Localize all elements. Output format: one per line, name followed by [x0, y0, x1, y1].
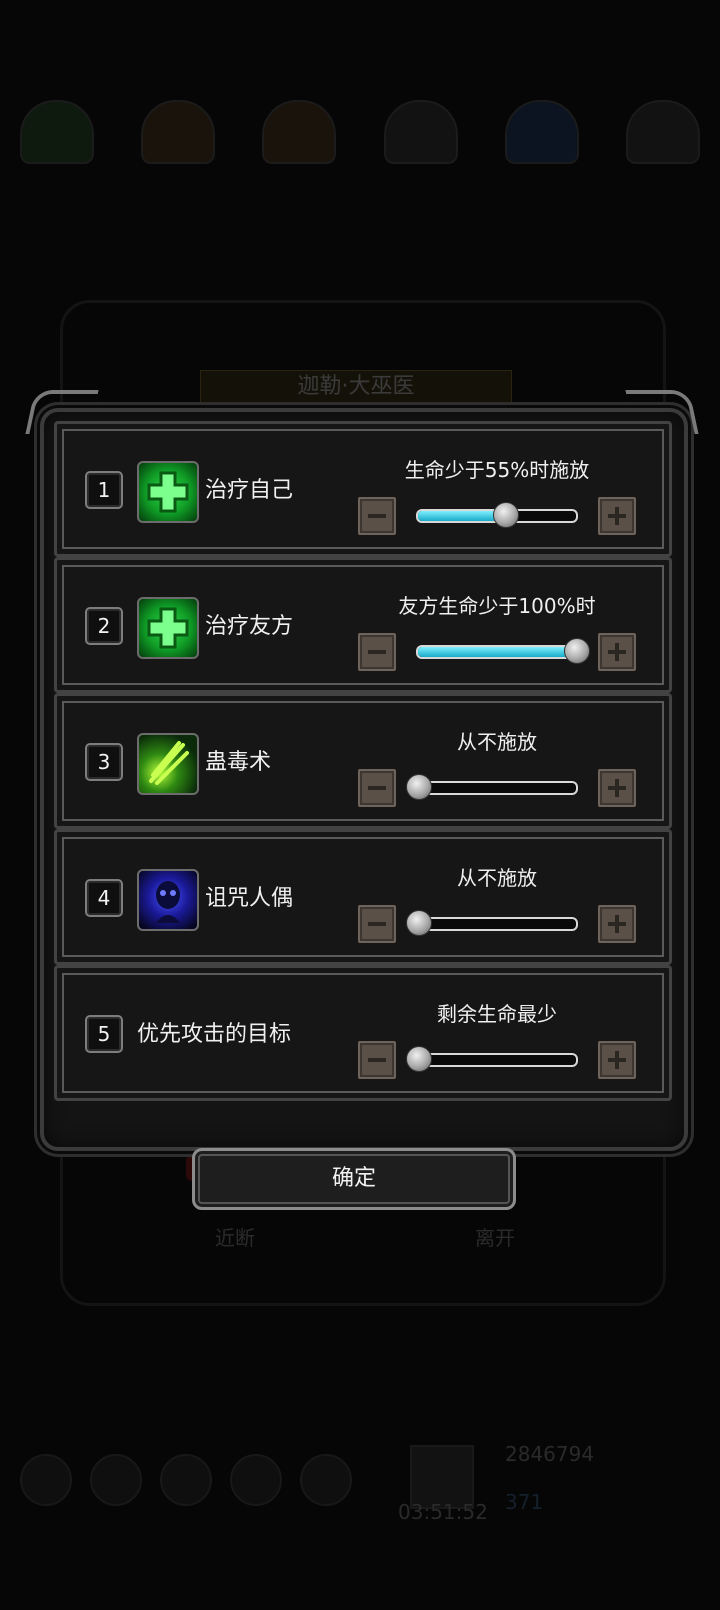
- increase-button[interactable]: [598, 1041, 636, 1079]
- nav-circle-icon: [20, 1454, 72, 1506]
- skill-name: 治疗友方: [205, 614, 294, 639]
- decrease-button[interactable]: [358, 497, 396, 535]
- desert-map-icon: [141, 100, 216, 164]
- increase-button[interactable]: [598, 769, 636, 807]
- minus-icon: [368, 650, 386, 654]
- threshold-slider[interactable]: [416, 645, 578, 659]
- row-number: 3: [85, 743, 123, 781]
- ruins-map-icon: [625, 100, 700, 164]
- nav-circle-icon: [300, 1454, 352, 1506]
- increase-button[interactable]: [598, 497, 636, 535]
- minus-icon: [368, 786, 386, 790]
- row-number: 2: [85, 607, 123, 645]
- gold-count: 2846794: [505, 1442, 595, 1466]
- curse-doll-icon: [137, 869, 199, 931]
- threshold-slider[interactable]: [416, 917, 578, 931]
- skill-row-2: 2 治疗友方 友方生命少于100%时: [54, 557, 672, 693]
- row-number: 4: [85, 879, 123, 917]
- nav-circle-icon: [230, 1454, 282, 1506]
- cast-condition: 生命少于55%时施放: [404, 458, 590, 482]
- slider-fill: [418, 511, 505, 521]
- increase-button[interactable]: [598, 633, 636, 671]
- threshold-slider[interactable]: [416, 1053, 578, 1067]
- minus-icon: [368, 514, 386, 518]
- decrease-button[interactable]: [358, 905, 396, 943]
- decrease-button[interactable]: [358, 769, 396, 807]
- background-buttons: 近断 离开: [215, 1222, 515, 1251]
- bg-left-button: 近断: [215, 1226, 255, 1250]
- cast-condition: 从不施放: [457, 866, 537, 890]
- skill-row-3: 3 蛊毒术 从不施放: [54, 693, 672, 829]
- skill-name: 优先攻击的目标: [137, 1022, 292, 1047]
- minus-icon: [368, 1058, 386, 1062]
- cast-condition: 从不施放: [457, 730, 537, 754]
- bg-right-button: 离开: [475, 1226, 515, 1250]
- gift-timer: 03:51:52: [398, 1500, 488, 1524]
- nav-circle-icon: [160, 1454, 212, 1506]
- heal-cross-icon: [137, 597, 199, 659]
- decrease-button[interactable]: [358, 633, 396, 671]
- threshold-slider[interactable]: [416, 781, 578, 795]
- decrease-button[interactable]: [358, 1041, 396, 1079]
- cast-condition: 剩余生命最少: [437, 1002, 557, 1026]
- volcano-map-icon: [262, 100, 337, 164]
- slider-knob[interactable]: [406, 910, 432, 936]
- poison-claw-icon: [137, 733, 199, 795]
- mountain-map-icon: [383, 100, 458, 164]
- gem-count: 371: [505, 1490, 544, 1514]
- skill-row-1: 1 治疗自己 生命少于55%时施放: [54, 421, 672, 557]
- increase-button[interactable]: [598, 905, 636, 943]
- forest-map-icon: [20, 100, 94, 164]
- skill-name: 诅咒人偶: [205, 886, 294, 911]
- slider-knob[interactable]: [564, 638, 590, 664]
- bottom-nav: [20, 1440, 700, 1520]
- slider-fill: [418, 647, 576, 657]
- slider-knob[interactable]: [406, 1046, 432, 1072]
- slider-knob[interactable]: [492, 502, 519, 528]
- cast-condition: 友方生命少于100%时: [398, 594, 596, 618]
- character-name: 迦勒·大巫医: [200, 370, 512, 404]
- minus-icon: [368, 922, 386, 926]
- row-number: 5: [85, 1015, 123, 1053]
- skill-name: 治疗自己: [205, 478, 294, 503]
- skill-row-5: 5 优先攻击的目标 剩余生命最少: [54, 965, 672, 1101]
- heal-cross-icon: [137, 461, 199, 523]
- row-number: 1: [85, 471, 123, 509]
- skill-name: 蛊毒术: [205, 750, 272, 775]
- ice-map-icon: [504, 100, 579, 164]
- nav-circle-icon: [90, 1454, 142, 1506]
- confirm-button[interactable]: 确定: [192, 1148, 516, 1210]
- slider-knob[interactable]: [406, 774, 432, 800]
- top-icon-bar: [20, 100, 700, 170]
- skill-row-4: 4 诅咒人偶 从不施放: [54, 829, 672, 965]
